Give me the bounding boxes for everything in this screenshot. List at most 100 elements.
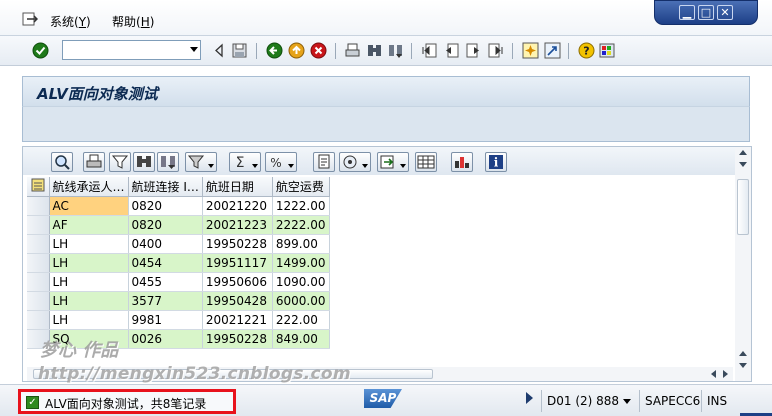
column-header-airfare[interactable]: 航空运费 xyxy=(272,177,330,197)
alv-details-button[interactable] xyxy=(51,152,73,172)
status-expand-icon[interactable] xyxy=(526,392,533,404)
shortcut-icon[interactable] xyxy=(544,42,561,59)
alv-print-button[interactable] xyxy=(83,152,105,172)
cell-flight-date[interactable]: 20021220 xyxy=(202,196,273,216)
column-header-connection[interactable]: 航班连接 I… xyxy=(128,177,203,197)
alv-find-button[interactable] xyxy=(133,152,155,172)
alv-filter-button[interactable] xyxy=(109,152,131,172)
cell-connection[interactable]: 0820 xyxy=(128,215,203,235)
cell-airfare[interactable]: 222.00 xyxy=(272,310,330,330)
column-header-flight-date[interactable]: 航班日期 xyxy=(202,177,273,197)
alv-find-next-button[interactable] xyxy=(157,152,179,172)
column-header-carrier[interactable]: 航线承运人… xyxy=(49,177,129,197)
cell-carrier[interactable]: LH xyxy=(49,253,129,273)
system-info-dropdown-icon[interactable] xyxy=(623,399,632,404)
exit-icon[interactable] xyxy=(288,42,305,59)
scroll-down-icon[interactable] xyxy=(739,162,747,167)
cell-airfare[interactable]: 1499.00 xyxy=(272,253,330,273)
alv-graphic-button[interactable] xyxy=(451,152,473,172)
alv-set-filter-button[interactable] xyxy=(185,152,217,172)
cell-carrier[interactable]: LH xyxy=(49,291,129,311)
find-next-icon[interactable] xyxy=(387,42,404,59)
cell-connection[interactable]: 0820 xyxy=(128,196,203,216)
row-selector[interactable] xyxy=(27,253,50,273)
cell-connection[interactable]: 3577 xyxy=(128,291,203,311)
print-icon[interactable] xyxy=(344,42,361,59)
scroll-right-icon[interactable] xyxy=(723,370,728,378)
alv-layout-button[interactable] xyxy=(415,152,437,172)
cell-flight-date[interactable]: 19950228 xyxy=(202,329,273,349)
row-selector[interactable] xyxy=(27,234,50,254)
alv-info-button[interactable]: i xyxy=(485,152,507,172)
cell-airfare[interactable]: 1222.00 xyxy=(272,196,330,216)
cell-airfare[interactable]: 899.00 xyxy=(272,234,330,254)
scroll-down-icon[interactable] xyxy=(739,363,747,368)
cell-connection[interactable]: 9981 xyxy=(128,310,203,330)
alv-print-preview-button[interactable] xyxy=(313,152,335,172)
next-page-icon[interactable] xyxy=(465,42,482,59)
cell-airfare[interactable]: 6000.00 xyxy=(272,291,330,311)
status-message[interactable]: ✓ ALV面向对象测试，共8笔记录 xyxy=(18,389,236,414)
help-icon[interactable]: ? xyxy=(578,42,595,59)
prev-page-icon[interactable] xyxy=(443,42,460,59)
command-input[interactable] xyxy=(63,41,183,59)
maximize-button[interactable]: □ xyxy=(698,5,714,20)
cell-connection[interactable]: 0454 xyxy=(128,253,203,273)
vertical-scroll-thumb[interactable] xyxy=(737,179,749,235)
system-info-field[interactable]: D01 (2) 888 xyxy=(541,390,639,412)
cell-connection[interactable]: 0400 xyxy=(128,234,203,254)
table-row: LH 0455 19950606 1090.00 xyxy=(27,272,330,292)
table-row: LH 9981 20021221 222.00 xyxy=(27,310,330,330)
alv-sum-button[interactable]: Σ xyxy=(229,152,261,172)
cell-flight-date[interactable]: 20021223 xyxy=(202,215,273,235)
command-history-dropdown-icon[interactable] xyxy=(190,47,198,52)
vertical-scrollbar[interactable] xyxy=(735,147,751,381)
cell-airfare[interactable]: 2222.00 xyxy=(272,215,330,235)
cell-flight-date[interactable]: 20021221 xyxy=(202,310,273,330)
cell-flight-date[interactable]: 19950606 xyxy=(202,272,273,292)
cell-carrier[interactable]: AC xyxy=(49,196,129,216)
command-field[interactable] xyxy=(62,40,201,60)
find-icon xyxy=(137,156,151,167)
cell-flight-date[interactable]: 19950228 xyxy=(202,234,273,254)
save-icon[interactable] xyxy=(231,42,248,59)
scroll-up-icon[interactable] xyxy=(739,150,747,155)
cell-airfare[interactable]: 849.00 xyxy=(272,329,330,349)
back-history-icon[interactable] xyxy=(211,42,228,59)
cell-flight-date[interactable]: 19951117 xyxy=(202,253,273,273)
scroll-left-icon[interactable] xyxy=(711,370,716,378)
cancel-icon[interactable] xyxy=(310,42,327,59)
menu-arrow-icon[interactable] xyxy=(22,12,38,26)
alv-export-button[interactable] xyxy=(377,152,409,172)
last-page-icon[interactable] xyxy=(487,42,504,59)
cell-carrier[interactable]: LH xyxy=(49,310,129,330)
cell-airfare[interactable]: 1090.00 xyxy=(272,272,330,292)
cell-carrier[interactable]: LH xyxy=(49,234,129,254)
alv-grid: Σ % i 航线承运人… 航班连接 I… 航班日期 航空运费 AC 0820 2… xyxy=(22,146,752,382)
cell-carrier[interactable]: LH xyxy=(49,272,129,292)
row-selector[interactable] xyxy=(27,215,50,235)
row-selector[interactable] xyxy=(27,310,50,330)
row-selector[interactable] xyxy=(27,196,50,216)
row-selector[interactable] xyxy=(27,272,50,292)
alv-views-button[interactable] xyxy=(339,152,371,172)
cell-connection[interactable]: 0455 xyxy=(128,272,203,292)
input-mode-field[interactable]: INS xyxy=(701,390,737,412)
back-icon[interactable] xyxy=(266,42,283,59)
cell-flight-date[interactable]: 19950428 xyxy=(202,291,273,311)
create-session-icon[interactable] xyxy=(522,42,539,59)
customize-layout-icon[interactable] xyxy=(599,42,616,59)
alv-subtotal-button[interactable]: % xyxy=(265,152,297,172)
find-icon[interactable] xyxy=(366,42,383,59)
scroll-up-icon[interactable] xyxy=(739,351,747,356)
first-page-icon[interactable] xyxy=(421,42,438,59)
enter-icon[interactable] xyxy=(32,42,49,59)
menu-system[interactable]: 系统(Y) xyxy=(50,13,91,30)
cell-connection[interactable]: 0026 xyxy=(128,329,203,349)
minimize-button[interactable]: ▁ xyxy=(679,5,695,20)
select-all-button[interactable] xyxy=(27,177,50,197)
menu-help[interactable]: 帮助(H) xyxy=(112,13,154,30)
row-selector[interactable] xyxy=(27,291,50,311)
close-button[interactable]: ✕ xyxy=(717,5,733,20)
cell-carrier[interactable]: AF xyxy=(49,215,129,235)
